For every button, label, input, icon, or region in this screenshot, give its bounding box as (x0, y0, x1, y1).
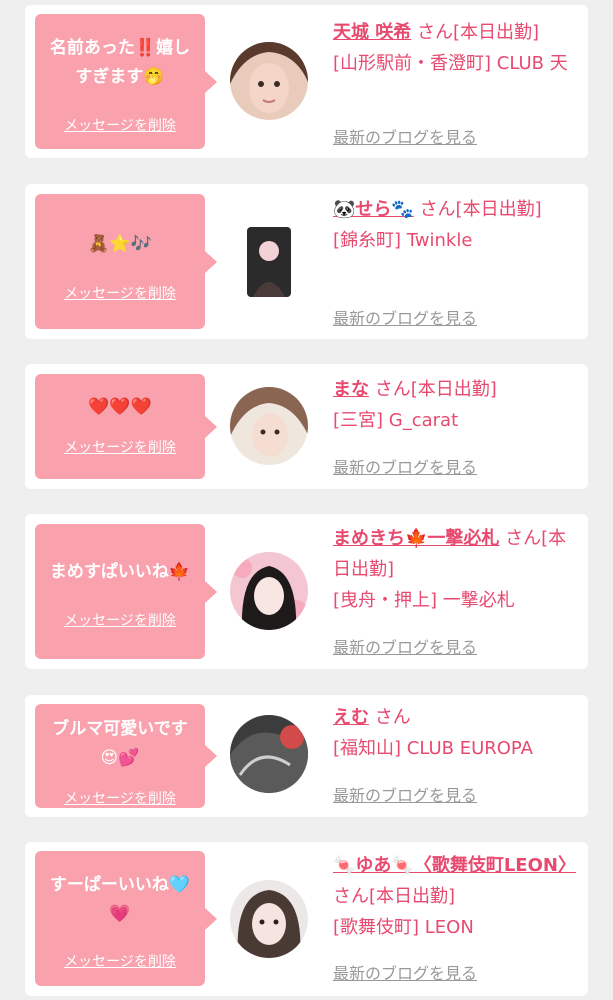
delete-message-link[interactable]: メッセージを削除 (35, 437, 205, 457)
status-text: さん[本日出勤] (417, 22, 540, 43)
shop-label: [三宮] G_carat (333, 410, 459, 431)
message-text: ブルマ可愛いです 😍💕 (52, 719, 188, 768)
message-text: 名前あった‼️嬉し すぎます🤭 (49, 38, 191, 87)
avatar[interactable] (247, 227, 291, 297)
latest-blog-link[interactable]: 最新のブログを見る (333, 124, 477, 148)
latest-blog-link[interactable]: 最新のブログを見る (333, 634, 477, 658)
message-bubble: ブルマ可愛いです 😍💕 メッセージを削除 (35, 704, 217, 808)
username-link[interactable]: 天城 咲希 (333, 22, 411, 43)
sender-info: 🐼せら🐾 さん[本日出勤] [錦糸町] Twinkle (333, 194, 583, 256)
delete-message-link[interactable]: メッセージを削除 (35, 788, 205, 808)
status-text: さん[本日出勤] (419, 199, 542, 220)
status-text: さん (374, 707, 411, 728)
message-text: すーぱーいいね🩵 💗 (49, 875, 191, 924)
message-bubble: 🧸⭐🎶 メッセージを削除 (35, 194, 217, 329)
message-card: ブルマ可愛いです 😍💕 メッセージを削除 えむ さん [福知山] CLUB EU… (25, 695, 588, 817)
username-link[interactable]: 🍬ゆあ🍬〈歌舞伎町LEON〉 (333, 855, 576, 876)
avatar[interactable] (230, 552, 308, 630)
message-text: まめすぱいいね🍁 (49, 562, 191, 582)
sender-info: えむ さん [福知山] CLUB EUROPA (333, 702, 583, 764)
status-text: さん[本日出勤] (333, 886, 456, 907)
latest-blog-link[interactable]: 最新のブログを見る (333, 454, 477, 478)
sender-info: まめきち🍁一撃必札 さん[本日出勤] [曳舟・押上] 一撃必札 (333, 523, 583, 616)
avatar[interactable] (230, 880, 308, 958)
delete-message-link[interactable]: メッセージを削除 (35, 115, 205, 135)
delete-message-link[interactable]: メッセージを削除 (35, 283, 205, 303)
username-link[interactable]: 🐼せら🐾 (333, 199, 414, 220)
shop-label: [歌舞伎町] LEON (333, 917, 474, 938)
latest-blog-link[interactable]: 最新のブログを見る (333, 782, 477, 806)
username-link[interactable]: まな (333, 379, 369, 400)
message-bubble: まめすぱいいね🍁 メッセージを削除 (35, 524, 217, 659)
latest-blog-link[interactable]: 最新のブログを見る (333, 305, 477, 329)
username-link[interactable]: えむ (333, 707, 369, 728)
message-bubble: ❤️❤️❤️ メッセージを削除 (35, 374, 217, 479)
message-text: ❤️❤️❤️ (88, 397, 152, 417)
username-link[interactable]: まめきち🍁一撃必札 (333, 528, 499, 549)
message-card: すーぱーいいね🩵 💗 メッセージを削除 🍬ゆあ🍬〈歌舞伎町LEON〉 さん[本日… (25, 842, 588, 996)
delete-message-link[interactable]: メッセージを削除 (35, 951, 205, 971)
message-card: 名前あった‼️嬉し すぎます🤭 メッセージを削除 天城 咲希 さん[本日出勤] … (25, 5, 588, 158)
avatar[interactable] (230, 715, 308, 793)
shop-label: [錦糸町] Twinkle (333, 230, 473, 251)
shop-label: [曳舟・押上] 一撃必札 (333, 590, 515, 611)
latest-blog-link[interactable]: 最新のブログを見る (333, 960, 477, 984)
message-text: 🧸⭐🎶 (88, 234, 152, 254)
avatar[interactable] (230, 387, 308, 465)
delete-message-link[interactable]: メッセージを削除 (35, 610, 205, 630)
sender-info: 天城 咲希 さん[本日出勤] [山形駅前・香澄町] CLUB 天 (333, 17, 583, 79)
avatar[interactable] (230, 42, 308, 120)
shop-label: [福知山] CLUB EUROPA (333, 738, 533, 759)
message-card: 🧸⭐🎶 メッセージを削除 🐼せら🐾 さん[本日出勤] [錦糸町] Twinkle… (25, 184, 588, 339)
shop-label: [山形駅前・香澄町] CLUB 天 (333, 53, 568, 74)
message-card: ❤️❤️❤️ メッセージを削除 まな さん[本日出勤] [三宮] G_carat… (25, 364, 588, 489)
message-bubble: 名前あった‼️嬉し すぎます🤭 メッセージを削除 (35, 14, 217, 149)
sender-info: 🍬ゆあ🍬〈歌舞伎町LEON〉 さん[本日出勤] [歌舞伎町] LEON (333, 850, 583, 943)
message-card: まめすぱいいね🍁 メッセージを削除 まめきち🍁一撃必札 さん[本日出勤] [曳舟… (25, 514, 588, 669)
status-text: さん[本日出勤] (374, 379, 497, 400)
sender-info: まな さん[本日出勤] [三宮] G_carat (333, 374, 583, 436)
message-bubble: すーぱーいいね🩵 💗 メッセージを削除 (35, 851, 217, 986)
